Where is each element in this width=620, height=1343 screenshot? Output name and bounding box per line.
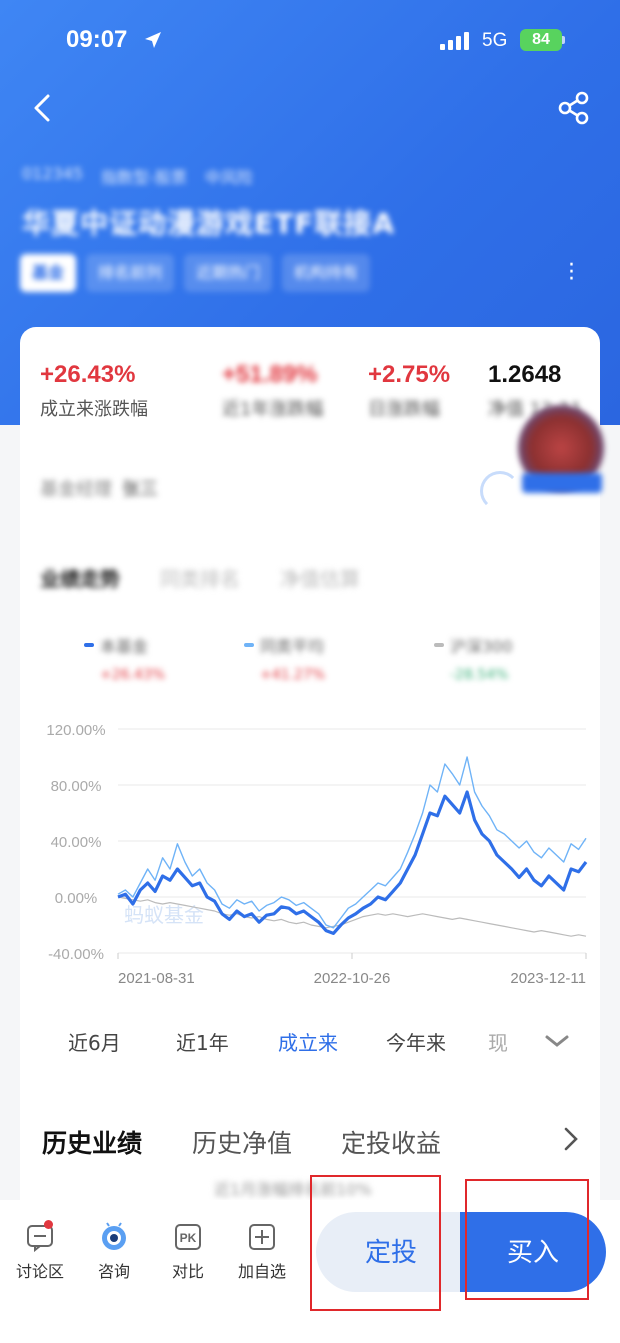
y-tick-label: 80.00% [51,778,102,795]
add-watchlist-icon [249,1224,275,1250]
legend-item: 沪深300 -28.54% [434,633,513,683]
tab-ranking[interactable]: 同类排名 [160,563,240,592]
consult-icon [102,1222,126,1250]
add-watchlist-label: 加自选 [237,1262,286,1281]
y-tick-label: 0.00% [55,890,98,907]
notification-dot [44,1220,53,1229]
manager-value: 张三 [122,479,158,500]
stat-label: 近1年涨跌幅 [222,399,324,420]
consult-button[interactable]: 咨询 [82,1222,146,1282]
status-time: 09:07 [66,26,128,53]
legend-name: 本基金 [100,637,149,656]
more-tags-icon[interactable]: · · · [568,255,575,291]
performance-chart-svg: 120.00% 80.00% 40.00% 0.00% -40.00% 2021-08-3… [46,722,588,987]
fund-tag[interactable]: 排名前列 [86,254,175,292]
x-tick-label: 2023-12-11 [510,970,586,987]
legend-name: 沪深300 [450,637,513,656]
range-tabs: 近6月 近1年 成立来 今年来 现 [20,1027,600,1063]
tab-history-nav[interactable]: 历史净值 [192,1124,292,1160]
performance-chart[interactable]: 120.00% 80.00% 40.00% 0.00% -40.00% 2021-08-3… [20,707,600,997]
range-tab-ytd[interactable]: 今年来 [386,1027,446,1056]
fund-name: 华夏中证动漫游戏ETF联接A [22,207,396,240]
legend-swatch [434,643,444,647]
network-type: 5G [482,30,508,51]
stat-since-inception: +26.43% 成立来涨跌幅 [40,361,148,421]
legend-swatch [244,643,254,647]
manager-label: 基金经理 [40,479,112,500]
status-bar: 09:07 5G 84 [0,24,620,64]
pk-icon: PK [175,1224,201,1250]
tab-sip-returns[interactable]: 定投收益 [341,1124,441,1160]
y-tick-label: 40.00% [51,834,102,851]
location-arrow-icon [145,32,161,48]
chart-tabs: 业绩走势 同类排名 净值估算 [40,563,360,592]
fund-risk: 中风险 [204,168,253,187]
range-tab-6m[interactable]: 近6月 [68,1027,121,1056]
stat-label: 日涨跌幅 [368,399,440,420]
compare-label: 对比 [171,1262,204,1281]
chevron-down-icon[interactable] [544,1031,570,1051]
legend-item: 同类平均 +41.27% [244,633,325,683]
legend-item: 本基金 +26.43% [84,633,165,683]
stat-daily: +2.75% 日涨跌幅 [368,361,450,421]
stat-1y: +51.89% 近1年涨跌幅 [222,361,323,421]
fund-tag[interactable]: 近期热门 [184,254,273,292]
manager-badge [522,473,602,493]
chart-legend: 本基金 +26.43% 同类平均 +41.27% 沪深300 -28.54% [84,633,584,693]
range-tab-inception[interactable]: 成立来 [278,1027,338,1056]
share-icon[interactable] [556,90,592,126]
stat-value: +2.75% [368,361,451,388]
manager-info-row[interactable]: 基金经理 张三 [40,475,158,501]
range-tab-more[interactable]: 现 [488,1027,508,1056]
add-watchlist-button[interactable]: 加自选 [230,1222,294,1282]
fund-code: 012345 [22,164,84,183]
fund-tag[interactable]: 基金 [20,254,77,292]
compare-button[interactable]: PK 对比 [156,1222,220,1282]
x-tick-label: 2021-08-31 [118,970,195,987]
legend-pct: +26.43% [100,667,166,683]
battery-tip [562,36,565,44]
stat-value: +26.43% [40,361,136,388]
legend-pct: +41.27% [260,667,326,683]
legend-swatch [84,643,94,647]
battery-icon: 84 [520,29,562,51]
tab-history-performance[interactable]: 历史业绩 [42,1124,142,1160]
svg-text:PK: PK [180,1231,197,1245]
legend-name: 同类平均 [260,637,325,656]
fund-meta-row: 012345 指数型-股票 中风险 [22,164,253,188]
gauge-icon [480,471,520,511]
stat-label: 成立来涨跌幅 [40,399,148,420]
legend-pct: -28.54% [450,667,509,683]
stat-value: +51.89% [222,361,318,388]
discussion-button[interactable]: 讨论区 [8,1222,72,1282]
stat-value: 1.2648 [488,361,562,388]
consult-label: 咨询 [97,1262,130,1281]
highlight-box-buy [465,1179,589,1300]
tab-estimate[interactable]: 净值估算 [280,563,360,592]
series-line [117,756,587,929]
y-tick-label: -40.00% [48,946,104,963]
x-tick-label: 2022-10-26 [314,970,391,987]
signal-icon [440,32,469,50]
discussion-label: 讨论区 [15,1262,64,1281]
back-button[interactable] [24,90,60,126]
range-tab-1y[interactable]: 近1年 [176,1027,229,1056]
fund-tag[interactable]: 机构持有 [282,254,371,292]
fund-type: 指数型-股票 [101,168,187,187]
stats-row: +26.43% 成立来涨跌幅 +51.89% 近1年涨跌幅 +2.75% 日涨跌… [20,327,600,427]
y-tick-label: 120.00% [46,722,105,739]
chevron-right-icon[interactable] [560,1124,584,1154]
fund-tags: 基金 排名前列 近期热门 机构持有 [20,254,371,292]
tab-performance[interactable]: 业绩走势 [40,563,120,592]
highlight-box-sip [310,1175,441,1311]
